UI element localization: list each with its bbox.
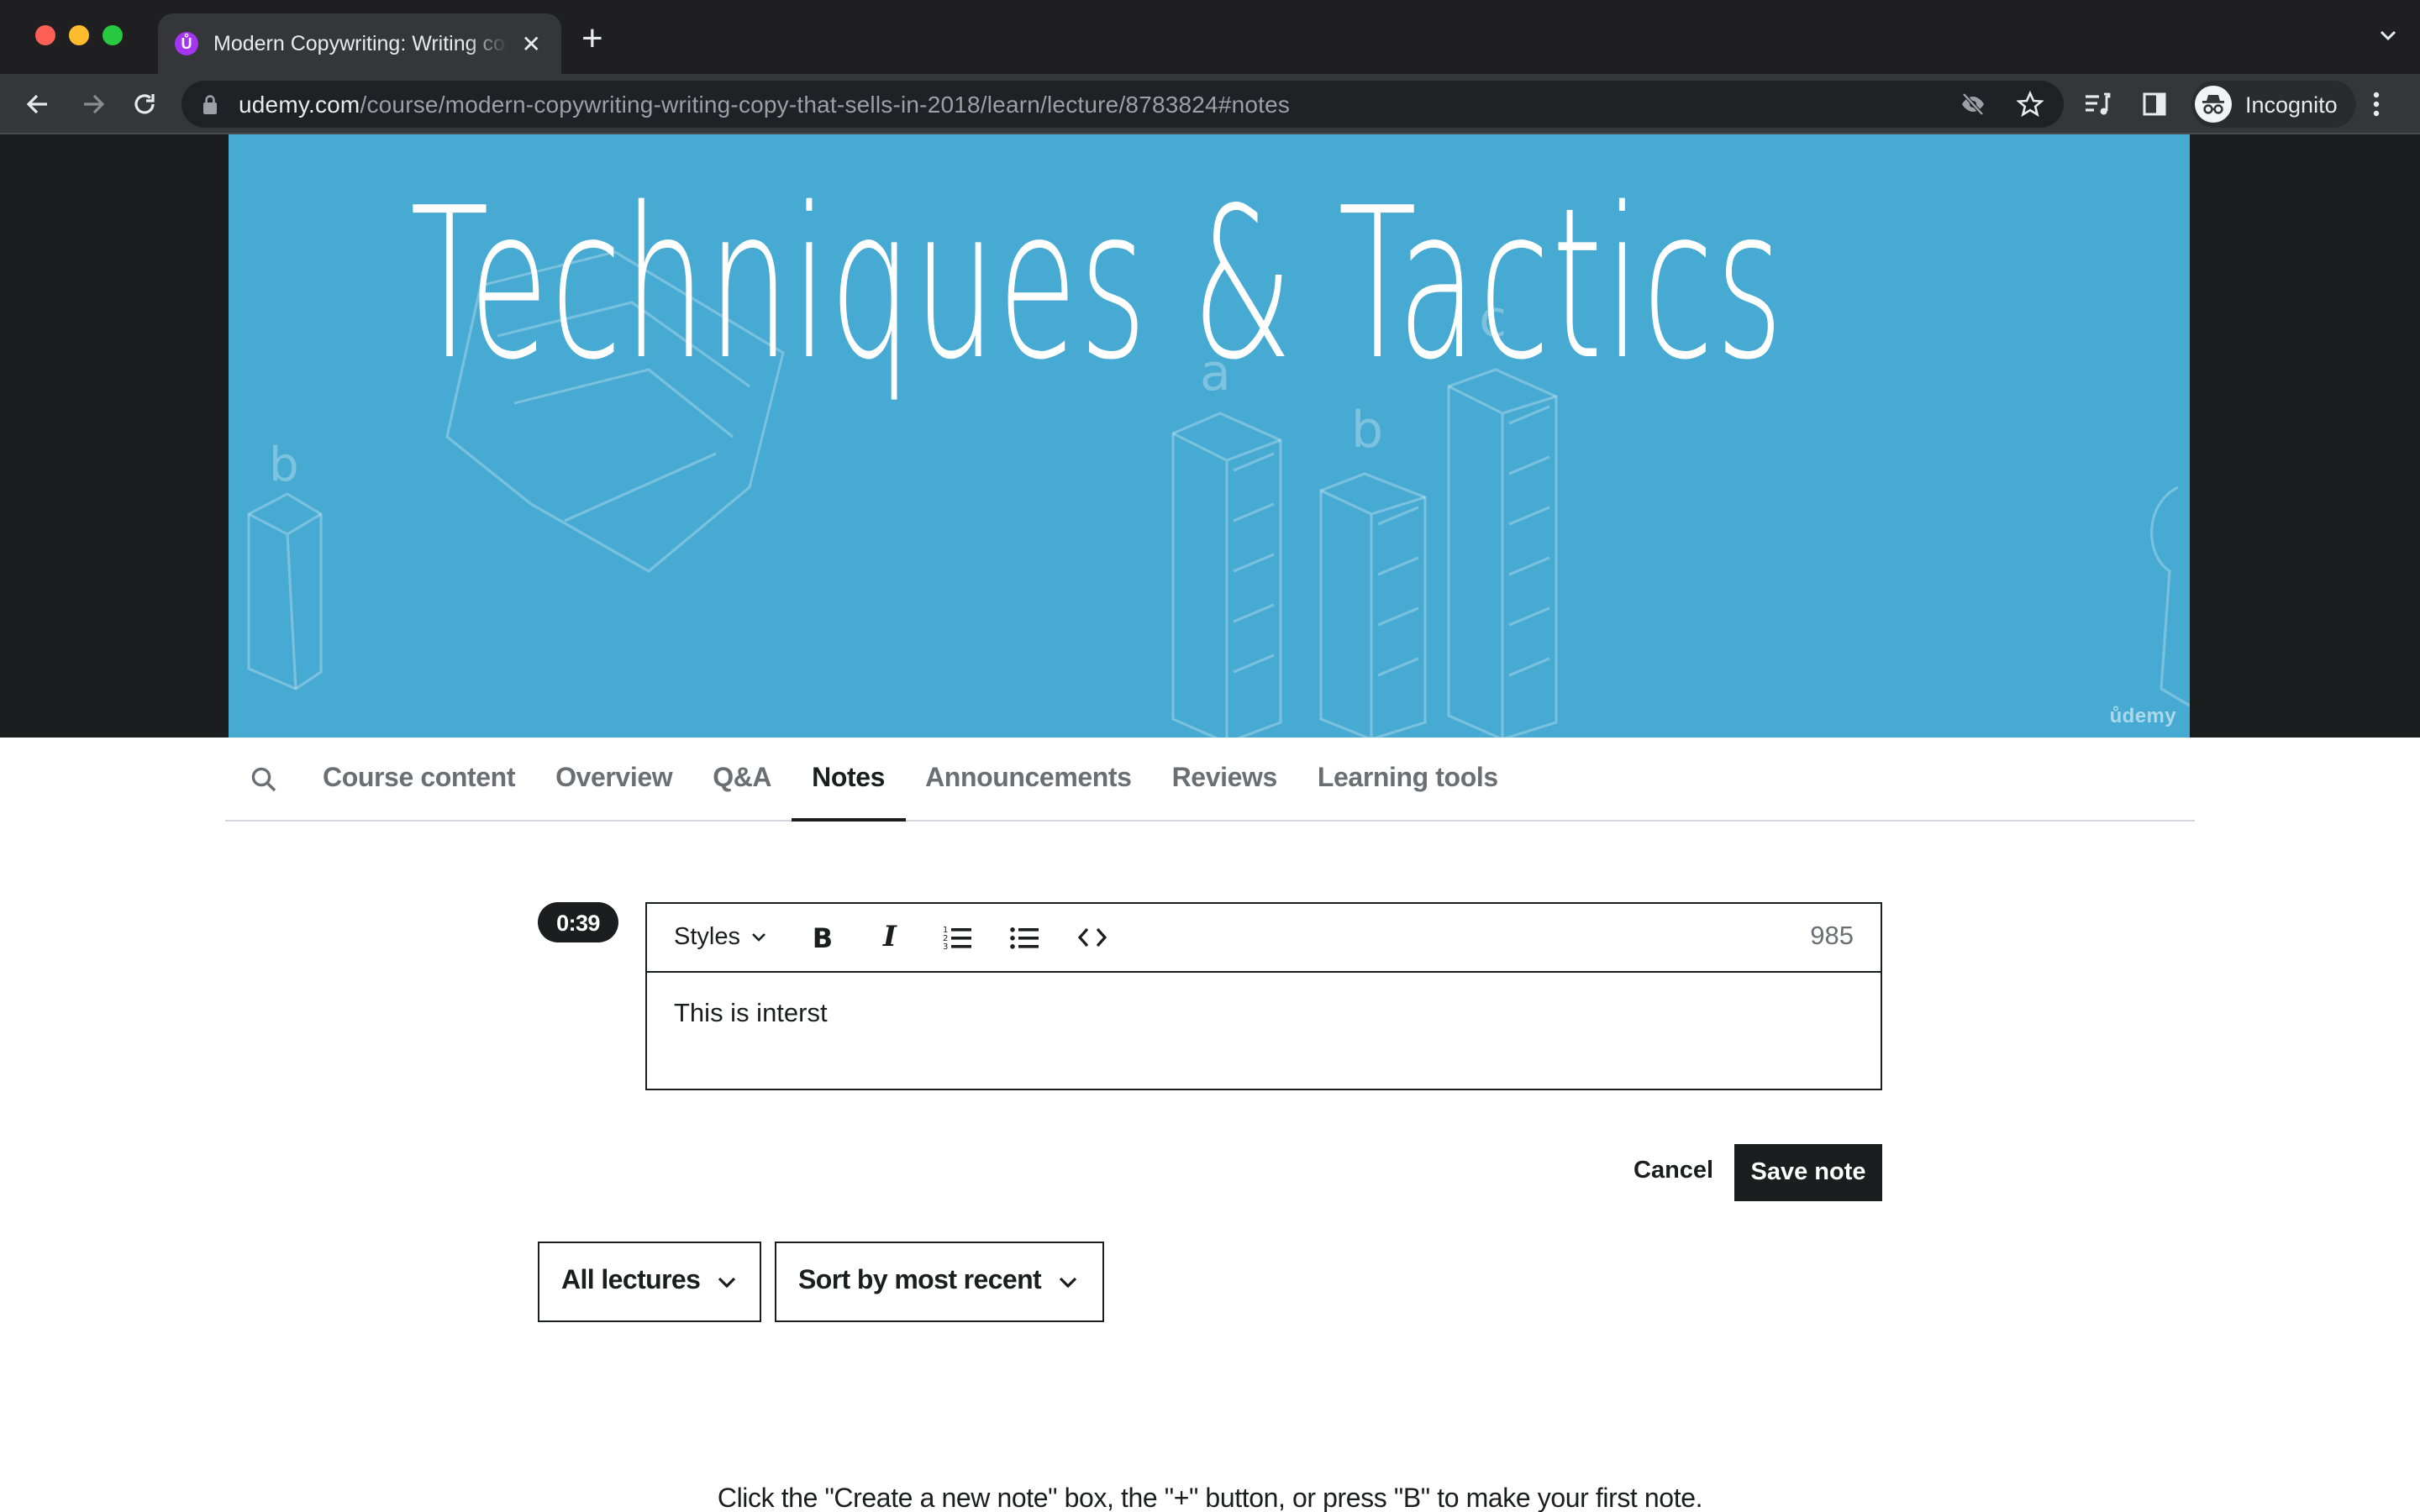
tab-qa[interactable]: Q&A <box>692 738 792 820</box>
search-course-button[interactable] <box>225 738 302 820</box>
forward-button[interactable] <box>77 87 111 121</box>
svg-text:b: b <box>1351 401 1383 459</box>
window-minimize-button[interactable] <box>69 25 89 45</box>
media-controls-icon[interactable] <box>2084 91 2111 118</box>
tab-reviews[interactable]: Reviews <box>1152 738 1297 820</box>
empty-notes-message: Click the "Create a new note" box, the "… <box>717 1485 1703 1512</box>
chevron-down-icon <box>718 1276 735 1288</box>
styles-label: Styles <box>674 924 740 951</box>
bullet-list-icon <box>1009 927 1038 949</box>
window-zoom-button[interactable] <box>103 25 123 45</box>
note-timestamp-badge: 0:39 <box>538 902 618 942</box>
tab-announcements[interactable]: Announcements <box>905 738 1152 820</box>
italic-icon: I <box>883 921 897 954</box>
udemy-watermark: ůdemy <box>2109 704 2176 727</box>
lock-icon[interactable] <box>202 94 218 114</box>
close-tab-icon[interactable]: ✕ <box>518 29 545 58</box>
video-player[interactable]: b a b c Techniques & Tactics ůdemy <box>229 134 2190 738</box>
side-panel-icon[interactable] <box>2141 91 2168 118</box>
bold-button[interactable]: B <box>802 917 843 958</box>
styles-dropdown[interactable]: Styles <box>674 924 765 951</box>
udemy-favicon-icon: Ů <box>175 32 198 55</box>
incognito-profile-button[interactable]: Incognito <box>2191 81 2356 128</box>
back-button[interactable] <box>20 87 54 121</box>
editor-toolbar: Styles B I 1 2 3 985 <box>647 904 1881 973</box>
browser-toolbar: udemy.com/course/modern-copywriting-writ… <box>0 74 2420 134</box>
remaining-characters-count: 985 <box>1810 922 1854 951</box>
note-text-input[interactable]: This is interst <box>647 973 1881 1089</box>
lectures-filter-value: All lectures <box>561 1267 701 1295</box>
tab-notes[interactable]: Notes <box>792 738 907 822</box>
browser-tab-strip: Ů Modern Copywriting: Writing copy that … <box>0 0 2420 74</box>
tab-search-chevron-icon[interactable] <box>2380 27 2396 44</box>
back-arrow-icon <box>26 94 47 114</box>
cancel-button[interactable]: Cancel <box>1617 1142 1730 1200</box>
tab-title: Modern Copywriting: Writing copy that se… <box>213 32 508 55</box>
svg-text:3: 3 <box>942 942 947 951</box>
url-text[interactable]: udemy.com/course/modern-copywriting-writ… <box>239 91 1290 118</box>
reload-button[interactable] <box>128 87 161 121</box>
tab-course-content[interactable]: Course content <box>302 738 535 820</box>
tab-overview[interactable]: Overview <box>535 738 692 820</box>
svg-text:b: b <box>269 438 299 492</box>
ordered-list-button[interactable]: 1 2 3 <box>937 917 977 958</box>
browser-tab[interactable]: Ů Modern Copywriting: Writing copy that … <box>158 13 561 74</box>
address-bar[interactable]: udemy.com/course/modern-copywriting-writ… <box>182 81 2064 128</box>
video-player-area: b a b c Techniques & Tactics ůdemy <box>0 134 2420 738</box>
app-root: Ů Modern Copywriting: Writing copy that … <box>0 0 2420 1512</box>
note-editor: Styles B I 1 2 3 985 This is interst <box>645 902 1882 1090</box>
incognito-hat-glasses-icon <box>2202 95 2224 114</box>
lectures-filter-dropdown[interactable]: All lectures <box>538 1242 761 1322</box>
sort-dropdown[interactable]: Sort by most recent <box>775 1242 1104 1322</box>
sort-value: Sort by most recent <box>798 1267 1042 1295</box>
forward-arrow-icon <box>84 94 105 114</box>
code-button[interactable] <box>1071 917 1112 958</box>
browser-menu-kebab-icon[interactable] <box>2373 91 2380 118</box>
slide-title: Techniques & Tactics <box>410 165 1786 407</box>
tracking-protection-eye-off-icon[interactable] <box>1960 91 1986 118</box>
chevron-down-icon <box>1058 1276 1076 1288</box>
tab-learning-tools[interactable]: Learning tools <box>1297 738 1518 820</box>
incognito-avatar <box>2195 86 2232 123</box>
new-tab-plus-icon[interactable]: + <box>581 19 603 57</box>
search-icon <box>251 766 276 791</box>
code-icon <box>1076 927 1107 948</box>
incognito-label: Incognito <box>2245 92 2338 117</box>
italic-button[interactable]: I <box>870 917 910 958</box>
save-note-button[interactable]: Save note <box>1734 1144 1882 1201</box>
bookmark-star-icon[interactable] <box>2017 91 2044 118</box>
course-tabs: Course content Overview Q&A Notes Announ… <box>225 738 2195 822</box>
bold-icon: B <box>812 921 834 953</box>
bullet-list-button[interactable] <box>1004 917 1044 958</box>
reload-icon <box>134 94 155 114</box>
chevron-down-icon <box>751 933 765 942</box>
ordered-list-icon: 1 2 3 <box>942 926 971 951</box>
window-close-button[interactable] <box>35 25 55 45</box>
